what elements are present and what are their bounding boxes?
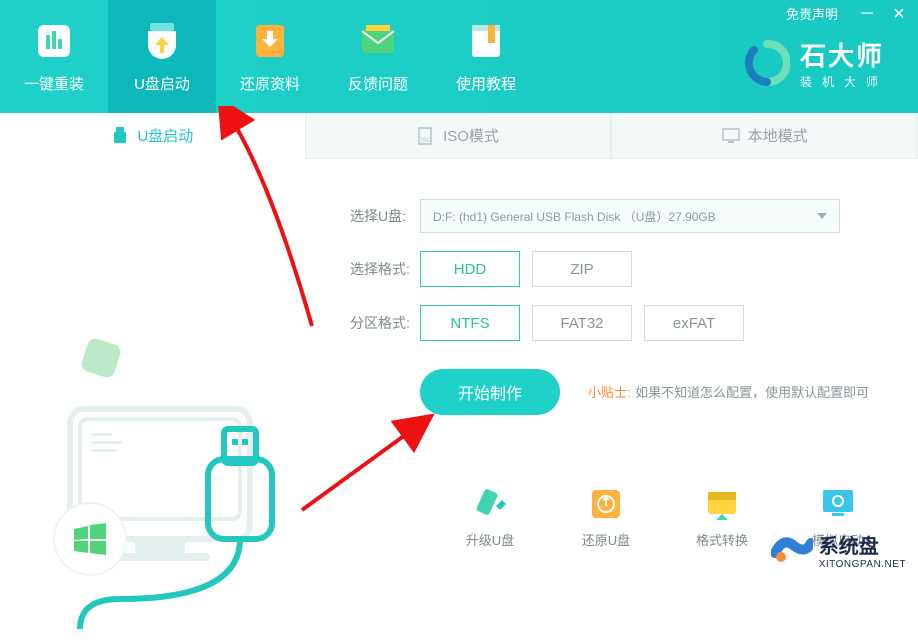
svg-text:ISO: ISO bbox=[421, 138, 432, 144]
brand-subtitle: 装机大师 bbox=[800, 73, 888, 90]
iso-icon: ISO bbox=[417, 127, 435, 145]
action-upgrade-usb[interactable]: 升级U盘 bbox=[455, 486, 525, 549]
usb-icon bbox=[111, 126, 129, 144]
watermark-title: 系统盘 bbox=[819, 536, 879, 558]
nav-usb-boot[interactable]: U盘启动 bbox=[108, 0, 216, 113]
nav-label: U盘启动 bbox=[134, 73, 190, 94]
brand-logo-icon bbox=[744, 40, 790, 86]
chevron-down-icon bbox=[817, 213, 827, 219]
format-option-hdd[interactable]: HDD bbox=[420, 251, 520, 287]
partition-option-fat32[interactable]: FAT32 bbox=[532, 305, 632, 341]
monitor-icon bbox=[722, 127, 740, 145]
action-label: 升级U盘 bbox=[466, 530, 514, 549]
upgrade-usb-icon bbox=[472, 486, 508, 522]
action-format-convert[interactable]: 格式转换 bbox=[687, 486, 757, 549]
restore-icon bbox=[248, 19, 292, 63]
usb-shield-icon bbox=[140, 19, 184, 63]
start-create-button[interactable]: 开始制作 bbox=[420, 369, 560, 415]
mode-tabs: U盘启动 ISO ISO模式 本地模式 bbox=[0, 113, 918, 159]
tab-label: U盘启动 bbox=[137, 125, 193, 146]
usb-select[interactable]: D:F: (hd1) General USB Flash Disk （U盘）27… bbox=[420, 199, 840, 233]
restore-usb-icon bbox=[588, 486, 624, 522]
tab-iso-mode[interactable]: ISO ISO模式 bbox=[305, 113, 612, 159]
tab-label: ISO模式 bbox=[443, 125, 499, 146]
nav-restore[interactable]: 还原资料 bbox=[216, 0, 324, 113]
action-label: 还原U盘 bbox=[582, 530, 630, 549]
simulate-boot-icon bbox=[820, 486, 856, 522]
disclaimer-link[interactable]: 免责声明 bbox=[786, 4, 838, 23]
feedback-icon bbox=[356, 19, 400, 63]
tip-text: 如果不知道怎么配置，使用默认配置即可 bbox=[635, 385, 869, 400]
select-format-label: 选择格式: bbox=[350, 259, 420, 279]
close-button[interactable]: ✕ bbox=[890, 5, 908, 23]
window-controls: 免责声明 ─ ✕ bbox=[786, 4, 908, 23]
watermark: 系统盘 XITONGPAN.NET bbox=[771, 529, 906, 571]
nav-label: 一键重装 bbox=[24, 73, 84, 94]
brand: 石大师 装机大师 bbox=[744, 36, 888, 90]
nav-feedback[interactable]: 反馈问题 bbox=[324, 0, 432, 113]
brand-title: 石大师 bbox=[800, 36, 888, 73]
partition-option-ntfs[interactable]: NTFS bbox=[420, 305, 520, 341]
reinstall-icon bbox=[32, 19, 76, 63]
nav-reinstall[interactable]: 一键重装 bbox=[0, 0, 108, 113]
action-label: 格式转换 bbox=[696, 530, 748, 549]
watermark-url: XITONGPAN.NET bbox=[819, 559, 906, 570]
top-navbar: 一键重装 U盘启动 还原资料 反馈问题 使用教程 石大师 装机大师 bbox=[0, 0, 918, 113]
format-option-zip[interactable]: ZIP bbox=[532, 251, 632, 287]
nav-label: 还原资料 bbox=[240, 73, 300, 94]
select-usb-label: 选择U盘: bbox=[350, 206, 420, 226]
tab-label: 本地模式 bbox=[748, 125, 808, 146]
nav-label: 反馈问题 bbox=[348, 73, 408, 94]
watermark-logo-icon bbox=[771, 529, 813, 571]
tip-label: 小贴士: bbox=[588, 385, 631, 400]
nav-label: 使用教程 bbox=[456, 73, 516, 94]
format-convert-icon bbox=[704, 486, 740, 522]
action-restore-usb[interactable]: 还原U盘 bbox=[571, 486, 641, 549]
content-area: 选择U盘: D:F: (hd1) General USB Flash Disk … bbox=[0, 159, 918, 579]
tab-local-mode[interactable]: 本地模式 bbox=[611, 113, 918, 159]
partition-option-exfat[interactable]: exFAT bbox=[644, 305, 744, 341]
usb-illustration bbox=[40, 339, 300, 639]
tutorial-icon bbox=[464, 19, 508, 63]
nav-tutorial[interactable]: 使用教程 bbox=[432, 0, 540, 113]
partition-format-label: 分区格式: bbox=[350, 313, 420, 333]
minimize-button[interactable]: ─ bbox=[858, 5, 876, 23]
usb-select-value: D:F: (hd1) General USB Flash Disk （U盘）27… bbox=[433, 208, 716, 225]
tab-usb-boot[interactable]: U盘启动 bbox=[0, 113, 305, 159]
